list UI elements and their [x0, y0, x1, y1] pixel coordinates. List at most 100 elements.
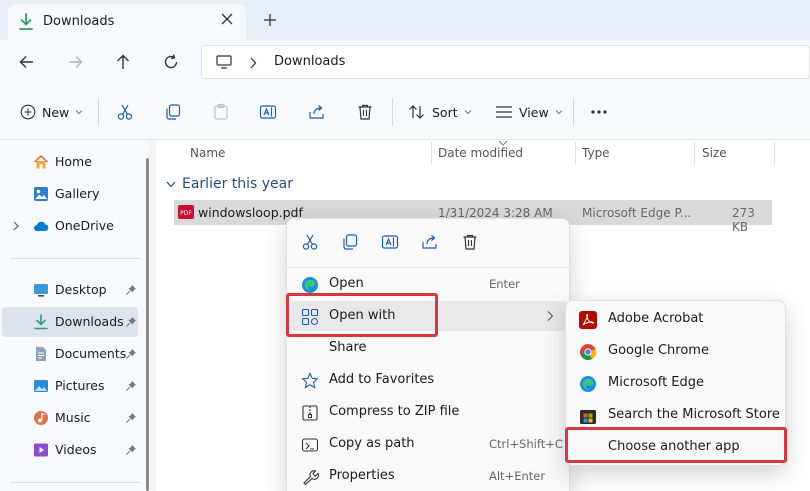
column-divider [575, 142, 576, 164]
tab-downloads[interactable]: Downloads [8, 4, 246, 40]
submenu-item-search-store[interactable]: Search the Microsoft Store [570, 400, 783, 430]
sidebar-item-pictures[interactable]: Pictures [2, 371, 138, 401]
divider [287, 267, 571, 268]
cut-icon[interactable] [116, 103, 134, 121]
submenu-item-google-chrome[interactable]: Google Chrome [570, 336, 783, 366]
pdf-file-icon: PDF [178, 205, 194, 219]
column-header-size[interactable]: Size [702, 146, 727, 160]
svg-text:PDF: PDF [180, 210, 192, 217]
file-type: Microsoft Edge P... [582, 206, 692, 220]
documents-icon [36, 347, 46, 361]
star-icon [301, 372, 319, 389]
download-icon [19, 13, 33, 30]
menu-item-properties[interactable]: Properties Alt+Enter [291, 461, 567, 491]
close-icon[interactable] [220, 12, 234, 26]
divider [98, 98, 99, 126]
column-divider [694, 142, 695, 164]
more-options-icon[interactable] [590, 109, 608, 115]
paste-icon[interactable] [212, 103, 230, 121]
home-icon [34, 155, 48, 169]
rename-icon[interactable] [259, 103, 277, 121]
pictures-icon [34, 380, 48, 392]
menu-item-add-to-favorites[interactable]: Add to Favorites [291, 365, 567, 395]
onedrive-icon [34, 221, 49, 231]
up-icon[interactable] [113, 52, 133, 72]
refresh-icon[interactable] [161, 52, 181, 72]
new-label: New [42, 104, 70, 120]
sidebar-item-desktop[interactable]: Desktop [2, 275, 138, 305]
pin-icon[interactable] [125, 284, 137, 296]
pin-icon[interactable] [125, 444, 137, 456]
highlight-open-with [286, 293, 438, 337]
forward-icon[interactable] [65, 52, 85, 72]
edge-icon [580, 376, 596, 392]
cut-icon[interactable] [301, 233, 319, 251]
view-list-icon [496, 106, 512, 118]
command-bar: New Sort View [0, 84, 810, 140]
menu-item-compress-zip[interactable]: Compress to ZIP file [291, 397, 567, 427]
menu-item-copy-as-path[interactable]: Copy as path Ctrl+Shift+C [291, 429, 567, 459]
menu-item-share[interactable]: Share [291, 333, 567, 363]
sidebar-item-gallery[interactable]: Gallery [2, 179, 138, 209]
share-icon[interactable] [308, 103, 326, 121]
address-bar[interactable]: Downloads [201, 45, 810, 79]
sidebar-item-downloads[interactable]: Downloads [2, 307, 138, 337]
videos-icon [34, 443, 48, 457]
edge-icon [302, 277, 318, 293]
sidebar-item-videos[interactable]: Videos [2, 435, 138, 465]
pin-icon[interactable] [125, 380, 137, 392]
copy-icon[interactable] [341, 233, 359, 251]
divider [10, 258, 140, 259]
back-icon[interactable] [17, 52, 37, 72]
sidebar-item-onedrive[interactable]: OneDrive [2, 211, 138, 241]
file-size: 273 KB [732, 206, 755, 234]
music-icon [34, 411, 48, 425]
pin-icon[interactable] [125, 316, 137, 328]
copy-path-icon [301, 438, 319, 452]
chevron-right-icon [547, 311, 554, 321]
sidebar-item-home[interactable]: Home [2, 147, 138, 177]
chrome-icon [580, 344, 597, 361]
copy-icon[interactable] [164, 103, 182, 121]
sort-icon [409, 105, 424, 119]
column-header-name[interactable]: Name [190, 146, 225, 160]
view-button[interactable]: View [495, 102, 563, 122]
share-icon[interactable] [421, 233, 439, 251]
wrench-icon [303, 470, 319, 486]
divider [392, 98, 393, 126]
sidebar-scrollbar[interactable] [146, 158, 149, 491]
file-name: windowsloop.pdf [198, 205, 303, 220]
chevron-down-icon [464, 110, 471, 115]
submenu-item-adobe-acrobat[interactable]: Adobe Acrobat [570, 304, 783, 334]
delete-icon[interactable] [461, 233, 479, 251]
view-label: View [519, 104, 549, 120]
download-icon [34, 314, 48, 330]
navigation-pane: Home Gallery OneDrive Desktop Downloads … [0, 140, 150, 491]
rename-icon[interactable] [381, 233, 399, 251]
new-button[interactable]: New [20, 102, 83, 122]
group-header[interactable]: Earlier this year [166, 176, 293, 192]
shortcut-text: Alt+Enter [489, 469, 546, 483]
sidebar-item-documents[interactable]: Documents [2, 339, 138, 369]
chevron-down-icon [166, 181, 176, 187]
breadcrumb-downloads[interactable]: Downloads [274, 54, 345, 69]
context-menu: Open Enter Open with Share Add to Favori… [286, 218, 571, 491]
pin-icon[interactable] [125, 412, 137, 424]
pin-icon[interactable] [125, 348, 137, 360]
navigation-bar: Downloads [0, 40, 810, 84]
new-tab-icon[interactable] [262, 12, 278, 28]
column-header-type[interactable]: Type [582, 146, 610, 160]
tab-label: Downloads [43, 14, 115, 29]
zip-icon [302, 405, 318, 421]
delete-icon[interactable] [356, 103, 374, 121]
highlight-choose-another-app [565, 427, 787, 463]
divider [573, 98, 574, 126]
computer-icon [216, 55, 232, 69]
column-header-date[interactable]: Date modified [438, 146, 523, 160]
sidebar-item-music[interactable]: Music [2, 403, 138, 433]
sort-button[interactable]: Sort [408, 102, 472, 122]
chevron-right-icon [250, 57, 257, 69]
submenu-item-microsoft-edge[interactable]: Microsoft Edge [570, 368, 783, 398]
gallery-icon [34, 187, 48, 201]
title-bar: Downloads [0, 0, 810, 40]
